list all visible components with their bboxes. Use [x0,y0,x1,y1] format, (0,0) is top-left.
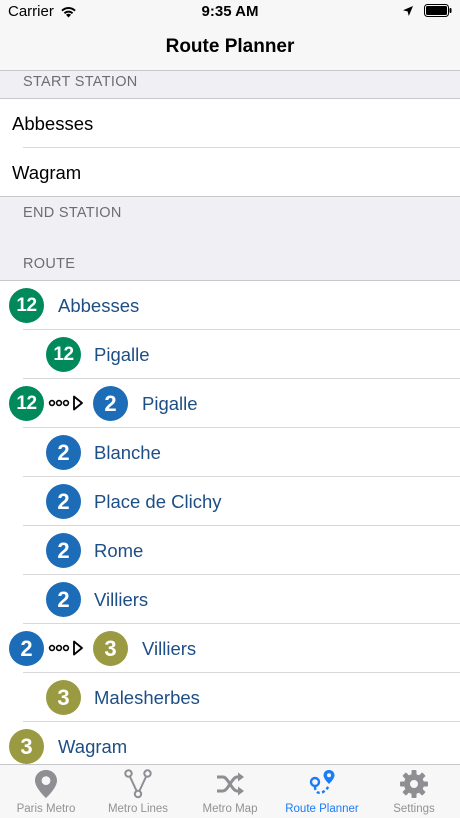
line-2-badge: 2 [46,533,81,568]
route-station-name: Pigalle [142,393,198,414]
start-station-row[interactable]: Abbesses [0,99,460,148]
lines-icon [124,769,152,799]
status-right [402,4,452,17]
line-12-badge: 12 [46,337,81,372]
tab-label: Paris Metro [16,803,76,815]
route-header: ROUTE [0,229,460,280]
tab-label: Settings [393,803,435,815]
route-transfer-row[interactable]: 12 2 Pigalle [0,379,460,428]
end-station-header-label: END STATION [23,205,122,221]
transfer-arrow-icon [48,640,83,656]
tab-route-planner[interactable]: Route Planner [276,765,368,818]
battery-icon [424,4,452,17]
tab-metro-map[interactable]: Metro Map [184,765,276,818]
route-step-row[interactable]: 2 Place de Clichy [0,477,460,526]
route-station-name: Villiers [94,589,149,610]
page-title: Route Planner [165,36,295,57]
line-2-badge: 2 [46,582,81,617]
route-station-name: Rome [94,540,144,561]
tab-paris-metro[interactable]: Paris Metro [0,765,92,818]
line-3-badge: 3 [93,631,128,666]
tab-bar: Paris Metro Metro Lines Metro Map Route … [0,764,460,818]
status-bar: Carrier 9:35 AM [0,0,460,24]
start-station-header-label: START STATION [23,74,138,90]
navigation-bar: Route Planner [0,24,460,71]
route-step-row[interactable]: 3 Malesherbes [0,673,460,722]
route-step-row[interactable]: 12 Abbesses [0,281,460,330]
route-station-name: Wagram [58,736,128,757]
map-pin-icon [35,770,57,798]
line-3-badge: 3 [9,729,44,764]
location-arrow-icon [403,5,413,16]
route-step-row[interactable]: 2 Rome [0,526,460,575]
tab-label: Route Planner [285,803,359,815]
line-2-badge: 2 [46,435,81,470]
route-step-row[interactable]: 2 Blanche [0,428,460,477]
line-3-badge: 3 [46,680,81,715]
start-station-row[interactable]: Wagram [0,148,460,197]
line-2-badge: 2 [46,484,81,519]
line-2-badge: 2 [93,386,128,421]
route-station-name: Villiers [142,638,197,659]
tab-label: Metro Map [202,803,258,815]
tab-label: Metro Lines [107,803,169,815]
route-station-name: Pigalle [94,344,150,365]
route-station-name: Malesherbes [94,687,200,708]
shuffle-icon [217,772,244,796]
route-station-name: Abbesses [58,295,140,316]
route-step-row[interactable]: 12 Pigalle [0,330,460,379]
tab-settings[interactable]: Settings [368,765,460,818]
start-station-name: Wagram [12,162,82,183]
start-station-header: START STATION [0,72,460,98]
route-transfer-row[interactable]: 2 3 Villiers [0,624,460,673]
line-12-badge: 12 [9,288,44,323]
end-station-header: END STATION [0,197,460,229]
line-2-badge: 2 [9,631,44,666]
route-header-label: ROUTE [23,256,76,272]
route-icon [309,770,335,795]
route-station-name: Place de Clichy [94,491,222,512]
route-step-row[interactable]: 2 Villiers [0,575,460,624]
tab-metro-lines[interactable]: Metro Lines [92,765,184,818]
clock: 9:35 AM [201,3,259,20]
gear-icon [400,770,428,798]
start-station-name: Abbesses [12,113,94,134]
route-station-name: Blanche [94,442,161,463]
transfer-arrow-icon [48,395,83,411]
line-12-badge: 12 [9,386,44,421]
